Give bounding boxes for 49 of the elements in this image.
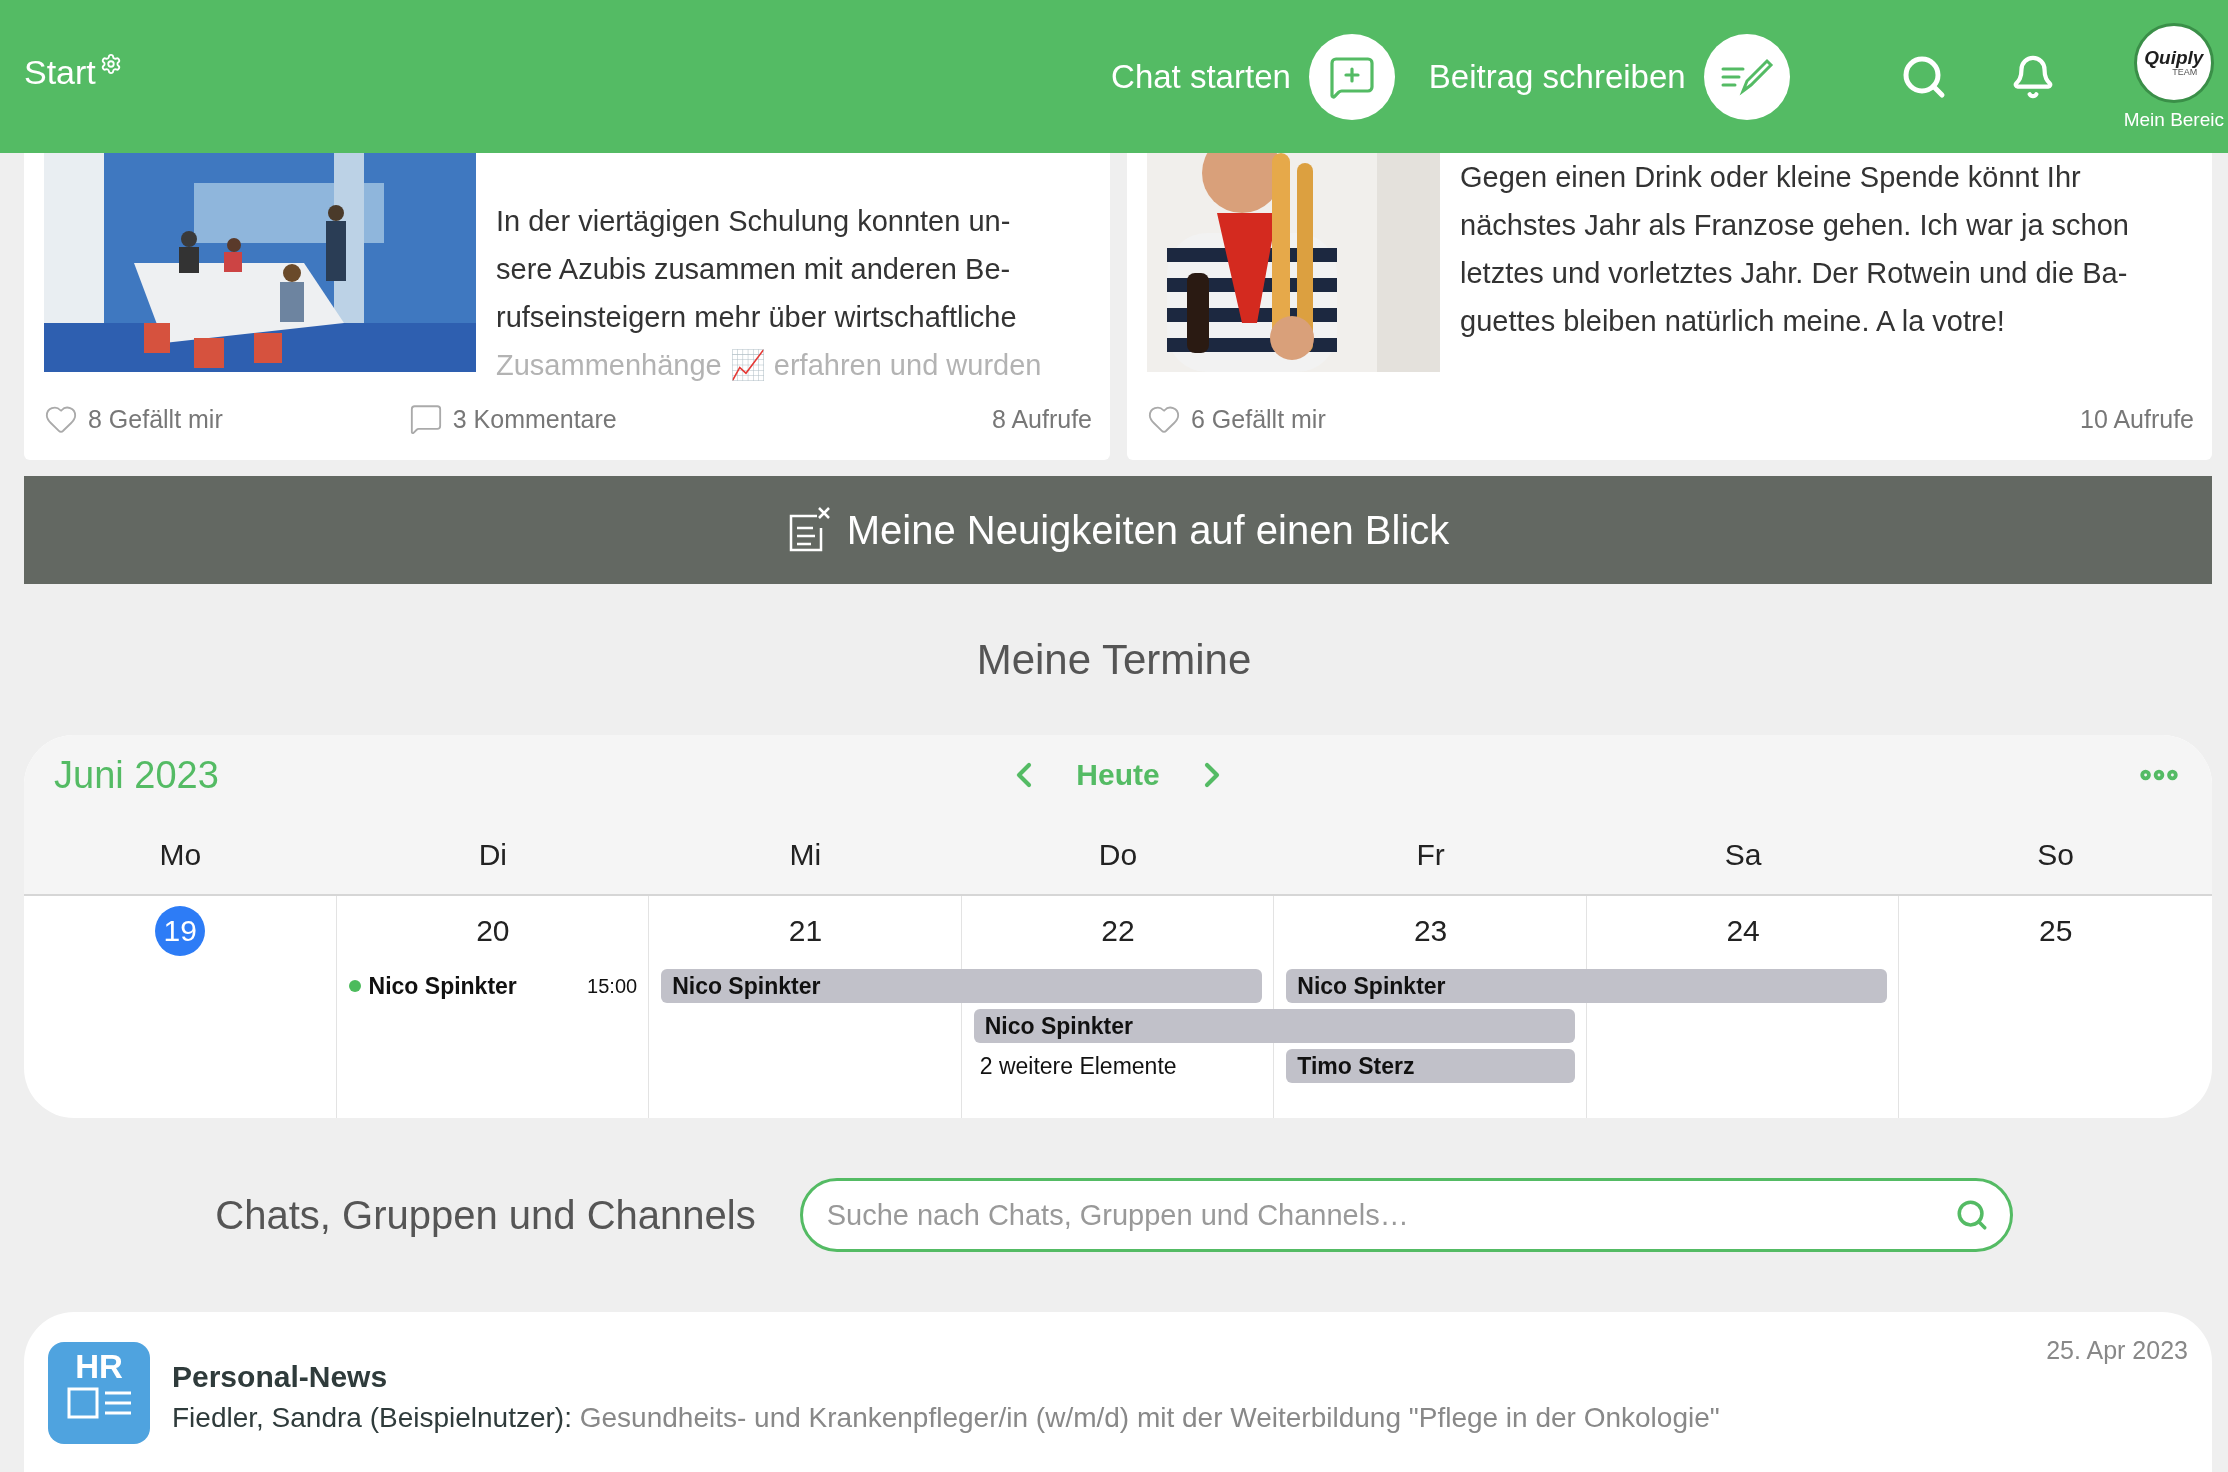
day-number[interactable]: 19: [155, 906, 206, 956]
banner-title: Meine Neuigkeiten auf einen Blick: [846, 507, 1450, 553]
chat-preview: Fiedler, Sandra (Beispielnutzer): Gesundheits- und Krankenpfleger/in (w/m/d) mit der Weiterbildung "Pflege in der Onkologie": [172, 1402, 1721, 1434]
event-bar[interactable]: Nico Spinkter: [973, 1009, 1575, 1043]
weekday-label: Sa: [1723, 837, 1763, 872]
event-bar[interactable]: Timo Sterz: [1286, 1049, 1575, 1083]
comment-count: 3 Kommentare: [452, 404, 617, 434]
search-icon[interactable]: [1954, 1198, 1989, 1232]
post-text-line: In der viertägigen Schulung konnten un-: [496, 204, 1012, 239]
settings-icon[interactable]: [99, 53, 122, 75]
day-number[interactable]: 24: [1726, 914, 1760, 948]
day-number[interactable]: 22: [1101, 914, 1135, 948]
profile-avatar[interactable]: Quiply TEAM: [2133, 22, 2214, 103]
more-events-link[interactable]: 2 weitere Elemente: [979, 1052, 1257, 1080]
section-title: Chats, Gruppen und Channels: [215, 1192, 756, 1238]
day-number[interactable]: 20: [476, 914, 510, 948]
day-number[interactable]: 21: [788, 914, 823, 948]
page-title: Start: [24, 53, 96, 92]
news-banner[interactable]: Meine Neuigkeiten auf einen Blick: [24, 476, 2212, 584]
like-count: 8 Gefällt mir: [88, 404, 223, 434]
event-bar[interactable]: Nico Spinkter: [661, 969, 1263, 1003]
search-field[interactable]: Suche nach Chats, Gruppen und Channels…: [799, 1178, 2013, 1252]
post-text-line: nächstes Jahr als Franzose gehen. Ich war ja schon: [1460, 208, 2129, 243]
channel-icon: HR: [48, 1342, 150, 1444]
day-number[interactable]: 23: [1413, 914, 1448, 948]
section-title: Meine Termine: [975, 634, 1253, 685]
post-text-line: guettes bleiben natürlich meine. A la votre!: [1460, 304, 2006, 339]
chat-name[interactable]: Personal-News: [172, 1360, 2025, 1394]
post-text-line: Zusammenhänge 📈 erfahren und wurden: [496, 348, 1042, 383]
day-number[interactable]: 25: [2039, 914, 2073, 948]
post-text-line: letztes und vorletztes Jahr. Der Rotwein und die Ba-: [1460, 256, 2129, 291]
event-title[interactable]: Nico Spinkter: [368, 972, 517, 1000]
event-time: 15:00: [587, 974, 638, 998]
post-text-line: rufseinsteigern mehr über wirtschaftliche: [496, 300, 1018, 335]
comment-icon[interactable]: [408, 402, 443, 436]
month-title: Juni 2023: [54, 753, 220, 797]
weekday-label: Do: [1097, 837, 1139, 872]
weekday-label: So: [2036, 837, 2076, 872]
view-count: 8 Aufrufe: [991, 404, 1092, 434]
post-text-line: Gegen einen Drink oder kleine Spende könnt Ihr: [1460, 160, 2082, 195]
weekday-label: Fr: [1415, 837, 1446, 872]
weekday-label: Mi: [788, 837, 823, 872]
post-text-line: sere Azubis zusammen mit anderen Be-: [496, 252, 1012, 287]
weekday-label: Mo: [158, 837, 203, 872]
chat-date: 25. Apr 2023: [2046, 1336, 2188, 1365]
like-count: 6 Gefällt mir: [1191, 404, 1326, 434]
event-bar[interactable]: Nico Spinkter: [1286, 969, 1888, 1003]
view-count: 10 Aufrufe: [2080, 404, 2194, 434]
weekday-label: Di: [477, 837, 508, 872]
